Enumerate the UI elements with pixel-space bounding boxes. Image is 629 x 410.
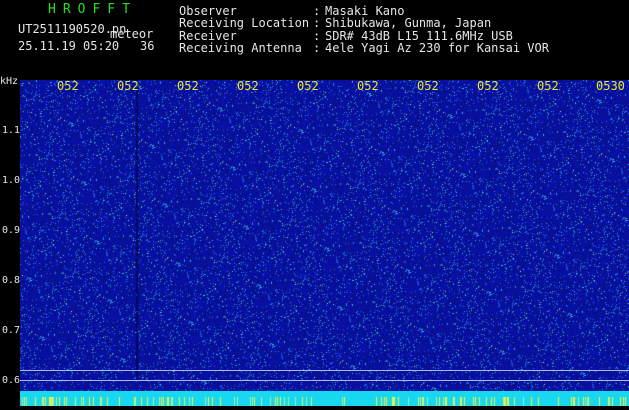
info-key: Receiving Antenna [179, 40, 302, 55]
y-tick-label: 0.9 [1, 225, 20, 236]
x-tick-label: 052 [417, 79, 439, 93]
info-value: 4ele Yagi Az 230 for Kansai VOR [325, 40, 549, 55]
x-tick-label: 052 [177, 79, 199, 93]
x-tick-label: 052 [297, 79, 319, 93]
reference-line [20, 380, 629, 381]
x-tick-label: 052 [57, 79, 79, 93]
x-tick-label: 052 [117, 79, 139, 93]
station-info: Observer: Masaki Kano Receiving Location:… [179, 5, 549, 54]
reference-line [20, 370, 629, 371]
info-row-location: Receiving Location: Shibukawa, Gunma, Jap… [179, 16, 549, 31]
x-tick-label: 052 [537, 79, 559, 93]
timestamp: 25.11.19 05:20 [18, 39, 120, 53]
x-tick-label: 052 [477, 79, 499, 93]
y-tick-label: 0.8 [1, 275, 20, 286]
y-tick-label: 0.7 [1, 325, 20, 336]
y-tick-label: 1.0 [1, 175, 20, 186]
y-axis-unit: kHz [0, 76, 19, 87]
carrier-strip-texture [20, 397, 629, 406]
app-logo: HROFFT [48, 2, 137, 17]
y-tick-label: 0.6 [1, 375, 20, 386]
header-panel: HROFFT UT2511190520.pn meteor 25.11.19 0… [0, 0, 629, 76]
info-value: Shibukawa, Gunma, Japan [325, 16, 492, 31]
carrier-strip [20, 391, 629, 406]
info-key: Receiving Location [179, 16, 310, 31]
detection-count: 36 [140, 39, 155, 53]
x-tick-label: 052 [357, 79, 379, 93]
spectrogram-marks [20, 80, 629, 400]
spectrogram-plot [20, 80, 629, 400]
info-colon: : [313, 40, 321, 55]
x-tick-label: 052 [237, 79, 259, 93]
info-row-antenna: Receiving Antenna:4ele Yagi Az 230 for K… [179, 40, 549, 55]
info-colon: : [313, 16, 321, 31]
x-tick-label: 0530 [596, 79, 625, 93]
y-tick-label: 1.1 [1, 125, 20, 136]
